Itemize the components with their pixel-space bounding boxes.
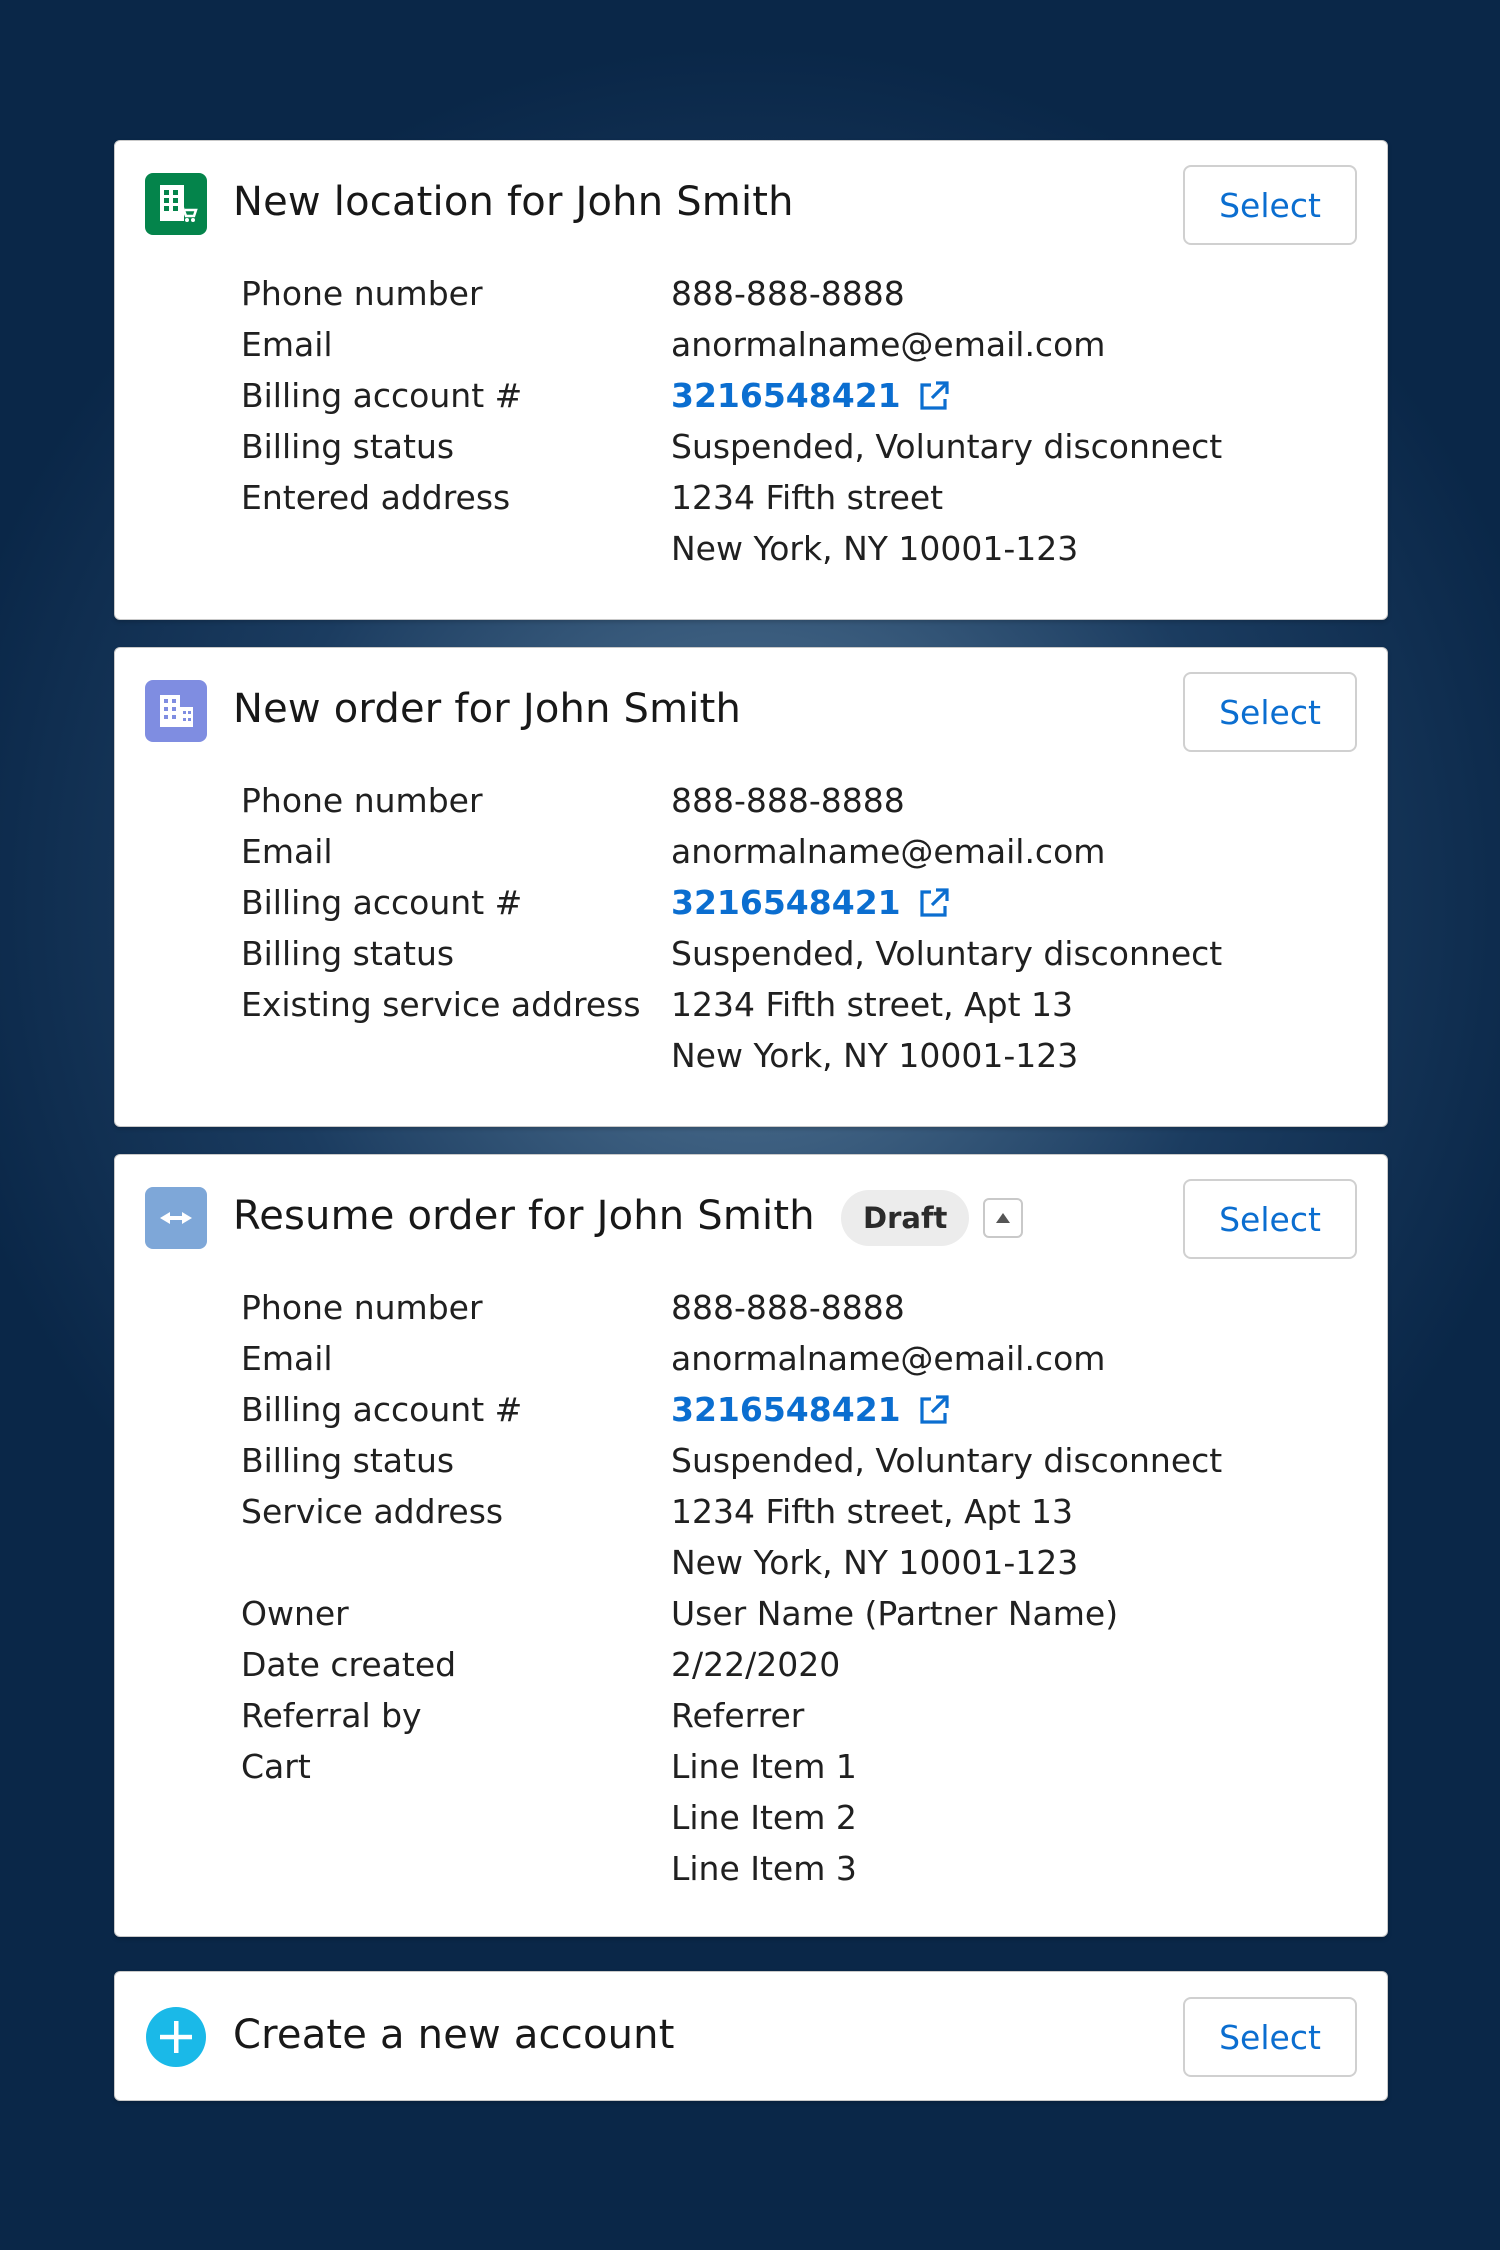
detail-label: Billing account #	[241, 1390, 523, 1429]
select-button[interactable]: Select	[1183, 1179, 1357, 1259]
detail-value: New York, NY 10001-123	[671, 1543, 1079, 1582]
plus-circle-icon	[145, 2006, 207, 2068]
card-create-account: Create a new account Select	[114, 1971, 1388, 2101]
card-new-location: New location for John Smith Select Phone…	[114, 140, 1388, 620]
detail-value: New York, NY 10001-123	[671, 529, 1079, 568]
detail-value: 2/22/2020	[671, 1645, 841, 1684]
detail-value: Referrer	[671, 1696, 805, 1735]
building-icon	[145, 680, 207, 742]
detail-label: Owner	[241, 1594, 349, 1633]
card-resume-order: Resume order for John Smith Draft Select…	[114, 1154, 1388, 1937]
detail-label: Email	[241, 1339, 333, 1378]
detail-label: Cart	[241, 1747, 311, 1786]
detail-value: Suspended, Voluntary disconnect	[671, 427, 1223, 466]
detail-label: Billing status	[241, 427, 455, 466]
select-button[interactable]: Select	[1183, 672, 1357, 752]
detail-label: Billing account #	[241, 883, 523, 922]
collapse-arrows-icon	[145, 1187, 207, 1249]
billing-account-link[interactable]: 3216548421	[671, 370, 951, 421]
detail-value: Line Item 1	[671, 1747, 857, 1786]
billing-account-number[interactable]: 3216548421	[671, 1384, 901, 1435]
detail-value: Suspended, Voluntary disconnect	[671, 1441, 1223, 1480]
card-title: Create a new account	[233, 2012, 675, 2058]
detail-label: Email	[241, 832, 333, 871]
detail-value: 888-888-8888	[671, 274, 905, 313]
detail-value: 1234 Fifth street, Apt 13	[671, 1492, 1074, 1531]
collapse-toggle-button[interactable]	[983, 1198, 1023, 1238]
detail-value: 1234 Fifth street	[671, 478, 944, 517]
building-cart-icon	[145, 173, 207, 235]
billing-account-number[interactable]: 3216548421	[671, 877, 901, 928]
detail-label: Phone number	[241, 781, 483, 820]
external-link-icon[interactable]	[917, 1393, 951, 1427]
detail-value: anormalname@email.com	[671, 325, 1106, 364]
detail-label: Existing service address	[241, 985, 641, 1024]
select-button[interactable]: Select	[1183, 165, 1357, 245]
select-button[interactable]: Select	[1183, 1997, 1357, 2077]
card-title: New order for John Smith	[233, 686, 742, 732]
detail-label: Billing status	[241, 1441, 455, 1480]
detail-value: anormalname@email.com	[671, 1339, 1106, 1378]
card-new-order: New order for John Smith Select Phone nu…	[114, 647, 1388, 1127]
detail-value: Suspended, Voluntary disconnect	[671, 934, 1223, 973]
external-link-icon[interactable]	[917, 886, 951, 920]
caret-up-icon	[996, 1213, 1010, 1223]
billing-account-link[interactable]: 3216548421	[671, 877, 951, 928]
detail-value: Line Item 2	[671, 1798, 857, 1837]
detail-label: Billing status	[241, 934, 455, 973]
detail-value: 888-888-8888	[671, 1288, 905, 1327]
status-badge: Draft	[841, 1190, 970, 1246]
detail-label: Service address	[241, 1492, 504, 1531]
card-title: New location for John Smith	[233, 179, 794, 225]
detail-value: Line Item 3	[671, 1849, 857, 1888]
detail-value: New York, NY 10001-123	[671, 1036, 1079, 1075]
detail-label: Email	[241, 325, 333, 364]
card-title: Resume order for John Smith	[233, 1193, 815, 1239]
external-link-icon[interactable]	[917, 379, 951, 413]
detail-label: Billing account #	[241, 376, 523, 415]
detail-label: Referral by	[241, 1696, 422, 1735]
detail-value: 888-888-8888	[671, 781, 905, 820]
detail-label: Phone number	[241, 1288, 483, 1327]
billing-account-link[interactable]: 3216548421	[671, 1384, 951, 1435]
detail-label: Date created	[241, 1645, 457, 1684]
billing-account-number[interactable]: 3216548421	[671, 370, 901, 421]
detail-value: anormalname@email.com	[671, 832, 1106, 871]
detail-value: User Name (Partner Name)	[671, 1594, 1119, 1633]
detail-label: Phone number	[241, 274, 483, 313]
detail-label: Entered address	[241, 478, 511, 517]
detail-value: 1234 Fifth street, Apt 13	[671, 985, 1074, 1024]
